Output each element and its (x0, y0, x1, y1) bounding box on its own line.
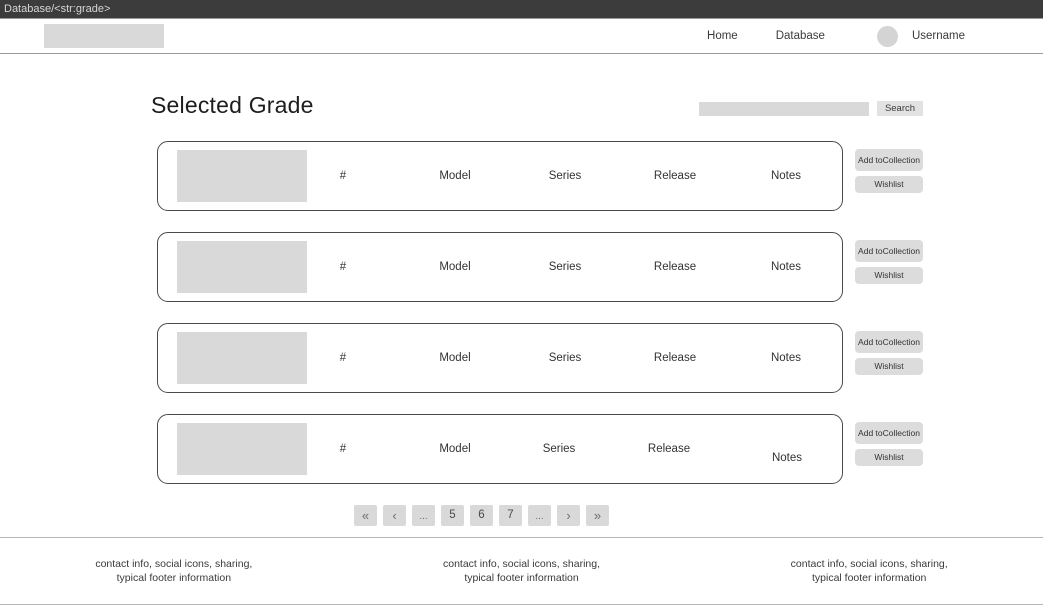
pagination-page-5[interactable]: 5 (441, 505, 464, 526)
nav-link-home[interactable]: Home (707, 30, 738, 42)
card-field-model: Model (439, 352, 471, 364)
list-item: # Model Series Release Notes Add to Coll… (157, 141, 1043, 211)
add-to-collection-label-line1: Add to (858, 428, 883, 438)
main-content: Selected Grade Search # Model Series Rel… (0, 54, 1043, 526)
footer-text-line1: contact info, social icons, sharing, (790, 558, 948, 570)
pagination-ellipsis-right[interactable]: ... (528, 505, 551, 526)
pagination-last-button[interactable]: » (586, 505, 609, 526)
card-field-notes: Notes (770, 352, 802, 364)
pagination-page-6[interactable]: 6 (470, 505, 493, 526)
add-to-collection-button[interactable]: Add to Collection (855, 422, 923, 444)
grade-card[interactable]: # Model Series Release Notes (157, 414, 843, 484)
add-to-collection-label-line2: Collection (882, 337, 920, 347)
card-actions: Add to Collection Wishlist (855, 323, 923, 375)
pagination-next-button[interactable]: › (557, 505, 580, 526)
wishlist-button[interactable]: Wishlist (855, 267, 923, 284)
add-to-collection-label-line1: Add to (858, 155, 883, 165)
card-field-series: Series (542, 443, 576, 455)
card-field-release: Release (653, 352, 697, 364)
card-image-placeholder (177, 332, 307, 384)
window-title: Database/<str:grade> (4, 3, 111, 15)
page-header: Selected Grade Search (0, 54, 1043, 119)
card-field-notes: Notes (770, 170, 802, 182)
add-to-collection-label-line1: Add to (858, 337, 883, 347)
search-button[interactable]: Search (877, 101, 923, 116)
card-fields: # Model Series Release Notes (307, 233, 842, 301)
pagination-ellipsis-left[interactable]: ... (412, 505, 435, 526)
grade-card[interactable]: # Model Series Release Notes (157, 232, 843, 302)
search-group: Search (699, 101, 923, 116)
pagination-prev-button[interactable]: ‹ (383, 505, 406, 526)
pagination-first-button[interactable]: « (354, 505, 377, 526)
card-field-number: # (339, 443, 347, 455)
wishlist-button[interactable]: Wishlist (855, 449, 923, 466)
add-to-collection-label-line2: Collection (882, 428, 920, 438)
window-titlebar: Database/<str:grade> (0, 0, 1043, 18)
card-field-number: # (339, 170, 347, 182)
card-actions: Add to Collection Wishlist (855, 141, 923, 193)
wishlist-button[interactable]: Wishlist (855, 358, 923, 375)
card-image-placeholder (177, 423, 307, 475)
nav-links: Home Database Username (669, 25, 965, 47)
username-label: Username (911, 30, 965, 42)
card-image-placeholder (177, 241, 307, 293)
wishlist-button[interactable]: Wishlist (855, 176, 923, 193)
avatar[interactable] (876, 25, 898, 47)
top-navbar: Home Database Username (0, 18, 1043, 54)
card-field-release: Release (653, 261, 697, 273)
card-field-model: Model (439, 443, 471, 455)
grade-card-list: # Model Series Release Notes Add to Coll… (0, 141, 1043, 484)
card-field-series: Series (548, 352, 582, 364)
pagination: « ‹ ... 5 6 7 ... › » (0, 505, 1043, 526)
card-image-placeholder (177, 150, 307, 202)
add-to-collection-button[interactable]: Add to Collection (855, 240, 923, 262)
footer-text-line1: contact info, social icons, sharing, (95, 558, 253, 570)
add-to-collection-button[interactable]: Add to Collection (855, 149, 923, 171)
footer-column: contact info, social icons, sharing, typ… (0, 557, 348, 585)
footer: contact info, social icons, sharing, typ… (0, 537, 1043, 605)
card-actions: Add to Collection Wishlist (855, 414, 923, 466)
list-item: # Model Series Release Notes Add to Coll… (157, 232, 1043, 302)
add-to-collection-label-line2: Collection (882, 246, 920, 256)
card-field-release: Release (647, 443, 691, 455)
card-actions: Add to Collection Wishlist (855, 232, 923, 284)
card-field-series: Series (548, 261, 582, 273)
list-item: # Model Series Release Notes Add to Coll… (157, 414, 1043, 484)
search-input[interactable] (699, 101, 869, 116)
pagination-page-7[interactable]: 7 (499, 505, 522, 526)
grade-card[interactable]: # Model Series Release Notes (157, 141, 843, 211)
footer-text-line2: typical footer information (116, 572, 232, 584)
footer-text-line2: typical footer information (811, 572, 927, 584)
card-field-number: # (339, 261, 347, 273)
logo-placeholder[interactable] (44, 24, 164, 48)
list-item: # Model Series Release Notes Add to Coll… (157, 323, 1043, 393)
page-title: Selected Grade (151, 92, 314, 118)
footer-column: contact info, social icons, sharing, typ… (695, 557, 1043, 585)
nav-link-database[interactable]: Database (776, 30, 825, 42)
card-field-number: # (339, 352, 347, 364)
card-fields: # Model Series Release Notes (307, 324, 842, 392)
card-field-notes: Notes (770, 261, 802, 273)
footer-text-line2: typical footer information (464, 572, 579, 584)
card-fields: # Model Series Release Notes (307, 415, 842, 483)
footer-text-line1: contact info, social icons, sharing, (443, 558, 600, 570)
add-to-collection-button[interactable]: Add to Collection (855, 331, 923, 353)
card-fields: # Model Series Release Notes (307, 142, 842, 210)
grade-card[interactable]: # Model Series Release Notes (157, 323, 843, 393)
card-field-release: Release (653, 170, 697, 182)
card-field-model: Model (439, 170, 471, 182)
add-to-collection-label-line2: Collection (882, 155, 920, 165)
card-field-series: Series (548, 170, 582, 182)
user-menu[interactable]: Username (876, 25, 965, 47)
add-to-collection-label-line1: Add to (858, 246, 883, 256)
card-field-model: Model (439, 261, 471, 273)
card-field-notes: Notes (771, 451, 803, 464)
footer-column: contact info, social icons, sharing, typ… (348, 557, 696, 585)
